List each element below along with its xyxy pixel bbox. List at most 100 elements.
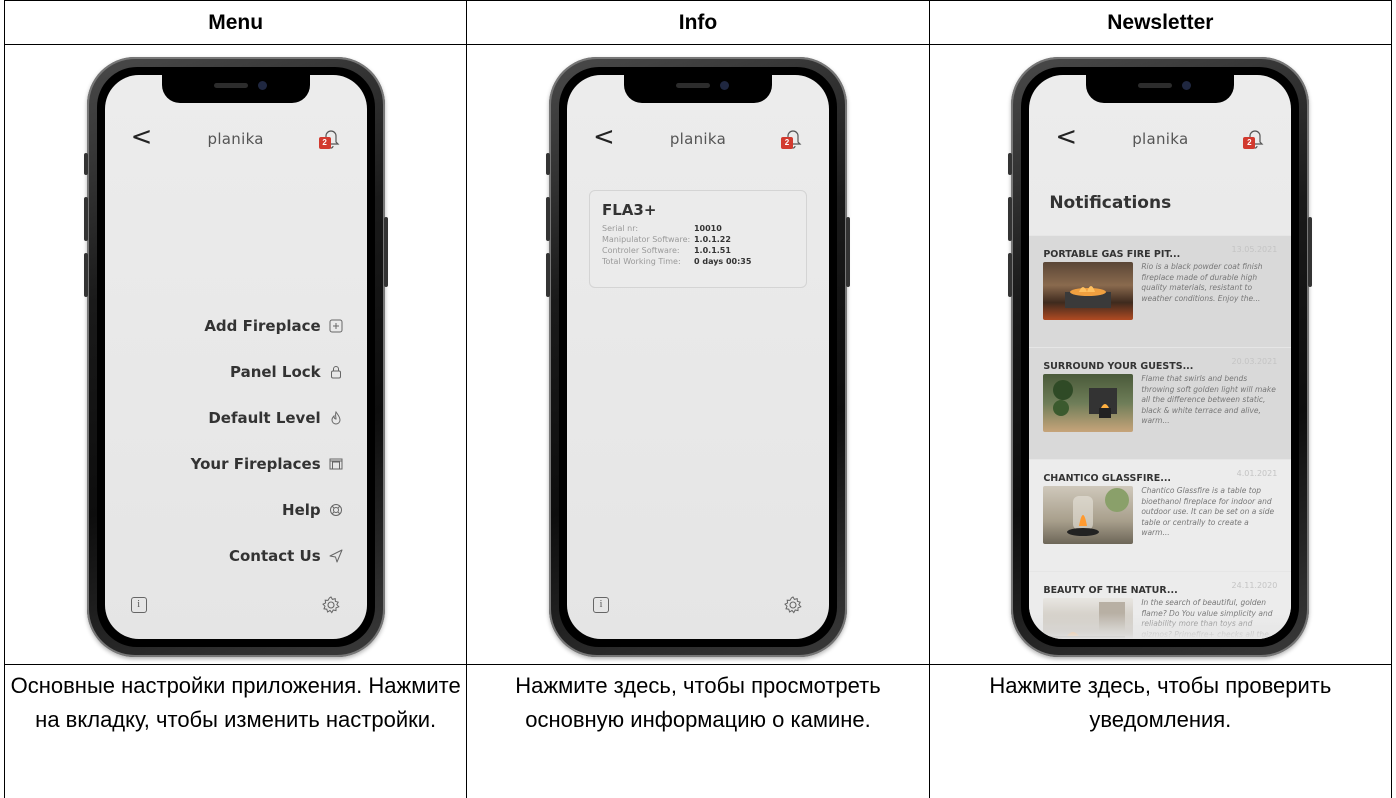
info-button[interactable]: i [130,597,147,613]
info-key: Total Working Time: [601,257,681,266]
volume-up-button [83,197,88,241]
app-screen-menu: < planika 2 Add Fireplace Panel Lock Def… [104,75,367,639]
caption-menu: Основные настройки приложения. Нажмите н… [3,664,468,798]
notification-text: Chantico Glassfire is a table top bioeth… [1141,486,1275,537]
notification-badge: 2 [1243,137,1256,149]
volume-up-button [1008,197,1013,241]
notification-thumbnail [1043,262,1134,320]
notification-thumbnail [1043,374,1134,432]
notification-title: CHANTICO GLASSFIRE... [1043,473,1172,484]
column-header-menu: Menu [3,0,468,45]
volume-down-button [83,253,88,297]
notification-title: SURROUND YOUR GUESTS... [1043,361,1194,372]
phones-row: < planika 2 Add Fireplace Panel Lock Def… [3,44,1393,665]
info-key: Manipulator Software: [601,235,691,244]
app-header: < planika 2 [105,123,367,153]
app-screen-info: < planika 2 FLA3+ Serial nr: 10010 Manipu… [566,75,829,639]
notification-badge: 2 [318,137,331,149]
flame-icon [331,411,341,425]
notifications-list: PORTABLE GAS FIRE PIT... 13.05.2021 Rio … [1029,235,1292,639]
notification-badge: 2 [780,137,793,149]
phone-mockup: < planika 2 Notifications PORTABLE GAS F… [1008,57,1313,657]
captions-row: Основные настройки приложения. Нажмите н… [3,664,1393,798]
notification-date: 4.01.2021 [1236,469,1278,478]
phone-cell-info: < planika 2 FLA3+ Serial nr: 10010 Manipu… [466,44,930,665]
bell-icon[interactable]: 2 [318,127,341,151]
bell-icon[interactable]: 2 [1243,127,1265,151]
notification-date: 13.05.2021 [1231,245,1278,254]
app-header: < planika 2 [1029,123,1291,153]
notification-text: Rio is a black powder coat finish firepl… [1141,262,1263,303]
bottom-bar: i [567,595,829,619]
notch [1086,75,1235,103]
fireplace-info-card: FLA3+ Serial nr: 10010 Manipulator Softwa… [588,190,807,288]
plus-square-icon [329,319,343,333]
fireplace-model: FLA3+ [601,201,657,219]
notification-text: Flame that swirls and bends throwing sof… [1141,374,1276,425]
phone-mockup: < planika 2 Add Fireplace Panel Lock Def… [83,57,388,657]
info-button[interactable]: i [592,597,609,613]
column-header-newsletter: Newsletter [928,0,1393,45]
bell-icon[interactable]: 2 [780,127,803,151]
menu-item-default-level[interactable]: Default Level [191,395,343,441]
phone-cell-newsletter: < planika 2 Notifications PORTABLE GAS F… [928,44,1393,665]
power-button [383,217,388,287]
send-icon [329,549,343,563]
menu-item-label: Add Fireplace [204,317,321,335]
mute-switch [83,153,88,175]
menu-item-panel-lock[interactable]: Panel Lock [191,349,343,395]
app-header: < planika 2 [567,123,829,153]
scroll-fade [1029,613,1292,639]
notification-item[interactable]: PORTABLE GAS FIRE PIT... 13.05.2021 Rio … [1029,235,1292,347]
app-screen-notifications: < planika 2 Notifications PORTABLE GAS F… [1029,75,1292,639]
info-row: Manipulator Software: 1.0.1.22 [602,234,794,245]
column-header-info: Info [466,0,930,45]
notification-thumbnail [1043,486,1134,544]
phone-mockup: < planika 2 FLA3+ Serial nr: 10010 Manipu… [545,57,850,657]
menu-item-label: Help [282,501,321,519]
caption-info: Нажмите здесь, чтобы просмотреть основну… [466,664,930,798]
header-row: Menu Info Newsletter [3,0,1393,45]
mute-switch [1008,153,1013,175]
menu-item-label: Your Fireplaces [190,455,321,473]
menu-item-label: Panel Lock [229,363,321,381]
info-key: Serial nr: [601,224,639,233]
volume-up-button [545,197,550,241]
power-button [1308,217,1313,287]
notification-title: PORTABLE GAS FIRE PIT... [1043,249,1181,260]
caption-newsletter: Нажмите здесь, чтобы проверить уведомлен… [928,664,1393,798]
menu-item-help[interactable]: Help [191,487,343,533]
menu-item-add-fireplace[interactable]: Add Fireplace [191,303,343,349]
notification-item[interactable]: CHANTICO GLASSFIRE... 4.01.2021 Chantico… [1029,459,1292,571]
gear-icon[interactable] [321,595,341,615]
menu-item-your-fireplaces[interactable]: Your Fireplaces [191,441,343,487]
menu-item-label: Contact Us [228,547,321,565]
info-value: 1.0.1.51 [693,246,731,255]
settings-menu: Add Fireplace Panel Lock Default Level Y… [191,303,343,579]
power-button [845,217,850,287]
menu-item-contact-us[interactable]: Contact Us [191,533,343,579]
mute-switch [545,153,550,175]
info-row: Serial nr: 10010 [602,223,794,234]
info-row: Total Working Time: 0 days 00:35 [602,256,794,267]
notch [623,75,772,103]
info-value: 1.0.1.22 [693,235,731,244]
notifications-title: Notifications [1049,193,1172,213]
menu-item-label: Default Level [208,409,321,427]
volume-down-button [1008,253,1013,297]
bottom-bar: i [105,595,367,619]
comparison-table: Menu Info Newsletter < planika 2 Add Fir… [3,0,1393,798]
phone-cell-menu: < planika 2 Add Fireplace Panel Lock Def… [3,44,468,665]
notch [161,75,310,103]
notification-date: 20.03.2021 [1231,357,1278,366]
notification-item[interactable]: SURROUND YOUR GUESTS... 20.03.2021 Flame… [1029,347,1292,459]
gear-icon[interactable] [783,595,803,615]
lifebuoy-icon [329,504,342,516]
lock-icon [330,366,341,379]
info-key: Controler Software: [601,246,680,255]
notification-title: BEAUTY OF THE NATUR... [1043,585,1178,596]
fireplace-icon [329,458,343,470]
info-value: 10010 [693,224,722,233]
notification-date: 24.11.2020 [1231,581,1278,590]
volume-down-button [545,253,550,297]
